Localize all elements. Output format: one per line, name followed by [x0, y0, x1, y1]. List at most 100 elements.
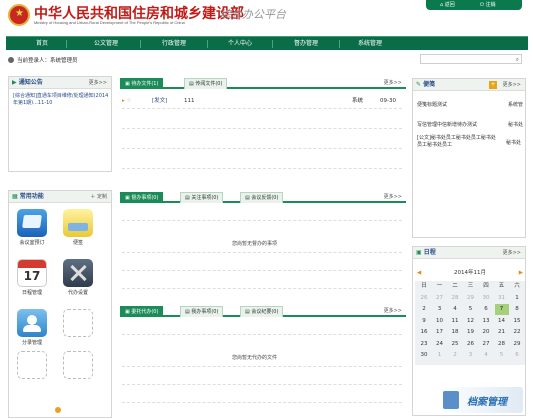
- search-input[interactable]: ⌕: [420, 54, 522, 64]
- calendar-day[interactable]: 11: [448, 316, 462, 327]
- page-indicator-dot[interactable]: [55, 407, 61, 413]
- notice-item[interactable]: [综合通知]直通车项目维修/处理通知(2014年第1期)...11-10: [13, 93, 109, 107]
- calendar-day[interactable]: 2: [417, 304, 431, 315]
- empty-app-slot[interactable]: [63, 309, 93, 337]
- app-meeting-room[interactable]: 会议室预订: [15, 209, 49, 246]
- apps-icon: ▦: [12, 193, 18, 200]
- calendar-day[interactable]: 1: [510, 293, 524, 304]
- archive-banner[interactable]: 档案管理: [439, 387, 523, 413]
- calendar-day[interactable]: 6: [510, 350, 524, 361]
- customize-link[interactable]: ＋ 定制: [90, 191, 107, 203]
- app-contacts[interactable]: 分录管理: [15, 309, 49, 346]
- calendar-day[interactable]: 23: [417, 339, 431, 350]
- calendar-day[interactable]: 25: [448, 339, 462, 350]
- calendar-small-icon: ▣: [416, 249, 422, 256]
- calendar-day[interactable]: 30: [479, 293, 493, 304]
- calendar-day[interactable]: 26: [464, 339, 478, 350]
- tools-icon: [63, 259, 93, 287]
- memo-item[interactable]: 便笺标题测试 系统管: [417, 101, 523, 108]
- calendar-day[interactable]: 20: [479, 327, 493, 338]
- calendar-day[interactable]: 30: [417, 350, 431, 361]
- tab-meeting-minutes[interactable]: ▤ 会议纪要(0): [240, 306, 284, 317]
- calendar-day[interactable]: 24: [433, 339, 447, 350]
- back-link[interactable]: ⌂ 返回: [440, 0, 455, 10]
- calendar-day[interactable]: 3: [433, 304, 447, 315]
- app-tools[interactable]: 代办设置: [61, 259, 95, 296]
- calendar-more-link[interactable]: 更多>>: [503, 247, 521, 259]
- nav-personal[interactable]: 个人中心: [210, 37, 270, 51]
- tab-circulated-docs[interactable]: ▤ 传阅文件(0): [184, 78, 228, 89]
- calendar-day[interactable]: 19: [464, 327, 478, 338]
- calendar-day[interactable]: 3: [464, 350, 478, 361]
- tab-proxy[interactable]: ▣ 委托代办(0): [120, 306, 164, 317]
- doc-date: 09-30: [380, 98, 396, 104]
- doc-tag: [发文]: [152, 98, 168, 104]
- nav-admin[interactable]: 行政管理: [144, 37, 204, 51]
- calendar-day[interactable]: 13: [479, 316, 493, 327]
- nav-supervision[interactable]: 督办管理: [276, 37, 336, 51]
- calendar-day[interactable]: 16: [417, 327, 431, 338]
- calendar-day[interactable]: 29: [464, 293, 478, 304]
- calendar-day[interactable]: 2: [448, 350, 462, 361]
- nav-home[interactable]: 首页: [20, 37, 64, 51]
- memo-more-link[interactable]: 更多>>: [503, 79, 521, 91]
- calendar-day[interactable]: 31: [495, 293, 509, 304]
- calendar-day[interactable]: 12: [464, 316, 478, 327]
- calendar-day[interactable]: 14: [495, 316, 509, 327]
- calendar-day[interactable]: 7: [494, 304, 509, 315]
- calendar-day[interactable]: 10: [433, 316, 447, 327]
- docs-more-link[interactable]: 更多>>: [384, 78, 402, 89]
- notice-more-link[interactable]: 更多>>: [89, 77, 107, 89]
- tab-supervision[interactable]: ▣ 督办事项(0): [120, 192, 164, 203]
- calendar-day[interactable]: 27: [433, 293, 447, 304]
- add-memo-button[interactable]: +: [489, 81, 497, 89]
- apps-title: 常用功能: [19, 193, 44, 200]
- next-month-button[interactable]: ▶: [519, 269, 523, 277]
- calendar-day[interactable]: 5: [495, 350, 509, 361]
- calendar-day[interactable]: 28: [495, 339, 509, 350]
- tab-my-items[interactable]: ▤ 我办事项(0): [180, 306, 224, 317]
- tab-meeting-feedback[interactable]: ▤ 会议反馈(0): [240, 192, 284, 203]
- affairs-more-link[interactable]: 更多>>: [384, 192, 402, 203]
- calendar-day[interactable]: 1: [433, 350, 447, 361]
- calendar-day[interactable]: 21: [495, 327, 509, 338]
- calendar-day[interactable]: 5: [464, 304, 478, 315]
- tab-pending-docs[interactable]: ▣ 待办文件(1): [120, 78, 164, 89]
- doc-title[interactable]: 111: [184, 96, 195, 106]
- calendar-day[interactable]: 27: [479, 339, 493, 350]
- tab-followed[interactable]: ▤ 关注事项(0): [180, 192, 224, 203]
- calendar-day[interactable]: 6: [479, 304, 493, 315]
- calendar-day[interactable]: 4: [479, 350, 493, 361]
- nav-system[interactable]: 系统管理: [340, 37, 400, 51]
- calendar-day[interactable]: 26: [417, 293, 431, 304]
- calendar-day[interactable]: 18: [448, 327, 462, 338]
- prev-month-button[interactable]: ◀: [417, 269, 421, 277]
- calendar-day[interactable]: 8: [510, 304, 524, 315]
- calendar-day[interactable]: 17: [433, 327, 447, 338]
- search-icon[interactable]: ⌕: [516, 56, 519, 64]
- app-sticky-note[interactable]: 便签: [61, 209, 95, 246]
- affairs-panel: ▣ 督办事项(0) ▤ 关注事项(0) ▤ 会议反馈(0) 更多>> 您尚暂无督…: [120, 190, 406, 296]
- calendar-day[interactable]: 29: [510, 339, 524, 350]
- calendar-day[interactable]: 4: [448, 304, 462, 315]
- nav-documents[interactable]: 公文管理: [76, 37, 136, 51]
- archive-banner-label: 档案管理: [467, 397, 507, 408]
- apps-panel: ▦ 常用功能 ＋ 定制 会议室预订 便签 17 日程管理 代办设置 分录管理: [8, 190, 112, 418]
- calendar-day[interactable]: 15: [510, 316, 524, 327]
- app-calendar[interactable]: 17 日程管理: [15, 259, 49, 296]
- proxy-more-link[interactable]: 更多>>: [384, 306, 402, 317]
- doc-star-icon[interactable]: ☆: [127, 98, 132, 104]
- calendar-day[interactable]: 28: [448, 293, 462, 304]
- memo-item[interactable]: [公文]秘书处员工秘书处员工秘书处员工秘书处员工: [417, 135, 497, 149]
- memo-panel: ✎ 便笺 + 更多>> 便笺标题测试 系统管 写信管理中信新增待办测试 秘书处 …: [412, 78, 526, 238]
- calendar-day[interactable]: 9: [417, 316, 431, 327]
- memo-item[interactable]: 写信管理中信新增待办测试 秘书处: [417, 121, 523, 128]
- header: ★ 中华人民共和国住房和城乡建设部 Ministry of Housing an…: [0, 0, 533, 34]
- empty-app-slot[interactable]: [17, 351, 47, 379]
- empty-app-slot[interactable]: [63, 351, 93, 379]
- calendar-day[interactable]: 22: [510, 327, 524, 338]
- calendar-weekday: 日: [421, 283, 427, 289]
- doc-row[interactable]: ▸ ☆ [发文] 111 系统 09-30: [122, 96, 402, 106]
- calendar-weekday: 三: [467, 283, 474, 289]
- logout-link[interactable]: ⏻ 注销: [480, 0, 496, 10]
